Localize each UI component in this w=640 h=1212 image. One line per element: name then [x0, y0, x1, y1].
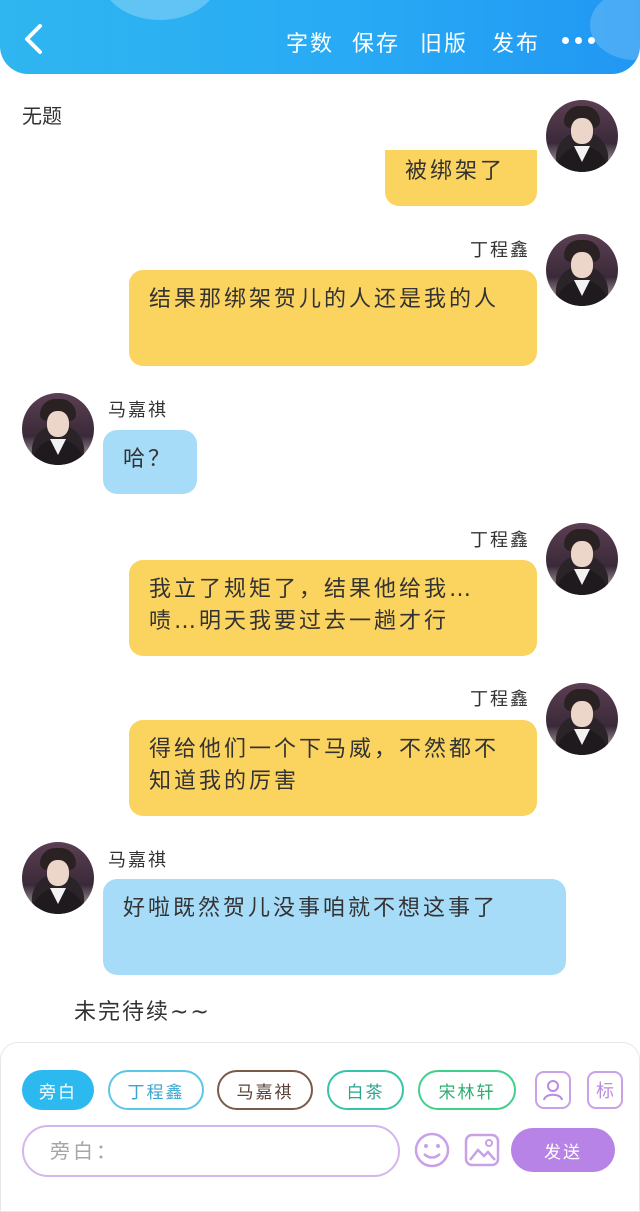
more-options-icon[interactable]	[562, 30, 602, 50]
document-title[interactable]: 无题	[22, 100, 62, 129]
avatar	[546, 234, 618, 306]
back-arrow-icon[interactable]	[18, 22, 50, 56]
role-chip-narration[interactable]: 旁白	[22, 1070, 94, 1110]
top-bar: 字数 保存 旧版 发布	[0, 0, 640, 74]
tag-button[interactable]: 标	[587, 1071, 623, 1109]
publish-button[interactable]: 发布	[492, 26, 540, 58]
message-bubble: 被绑架了	[385, 150, 537, 206]
image-icon[interactable]	[463, 1130, 501, 1170]
send-button[interactable]: 发送	[511, 1128, 615, 1172]
speaker-name: 丁程鑫	[470, 530, 530, 551]
role-chip-baicha[interactable]: 白茶	[327, 1070, 404, 1110]
message-input[interactable]	[22, 1125, 400, 1177]
avatar	[546, 683, 618, 755]
word-count-button[interactable]: 字数	[286, 26, 334, 58]
save-button[interactable]: 保存	[352, 26, 400, 58]
message-bubble: 好啦既然贺儿没事咱就不想这事了	[103, 879, 566, 975]
message-bubble: 得给他们一个下马威，不然都不知道我的厉害	[129, 720, 537, 816]
to-be-continued-text: 未完待续~~	[74, 1000, 211, 1025]
speaker-name: 马嘉祺	[108, 400, 168, 421]
header-decoration	[100, 0, 220, 20]
role-chip-ma[interactable]: 马嘉祺	[217, 1070, 313, 1110]
tag-label: 标	[596, 1081, 614, 1102]
speaker-name: 马嘉祺	[108, 850, 168, 871]
message-bubble: 结果那绑架贺儿的人还是我的人	[129, 270, 537, 366]
avatar	[22, 393, 94, 465]
avatar	[22, 842, 94, 914]
emoji-icon[interactable]	[413, 1130, 451, 1170]
add-character-icon[interactable]	[535, 1071, 571, 1109]
message-bubble: 我立了规矩了，结果他给我…啧…明天我要过去一趟才行	[129, 560, 537, 656]
speaker-name: 丁程鑫	[470, 240, 530, 261]
avatar	[546, 100, 618, 172]
old-version-button[interactable]: 旧版	[420, 26, 468, 58]
speaker-name: 丁程鑫	[470, 689, 530, 710]
message-bubble: 哈？	[103, 430, 197, 494]
avatar	[546, 523, 618, 595]
role-chip-ding[interactable]: 丁程鑫	[108, 1070, 204, 1110]
role-chip-song[interactable]: 宋林轩	[418, 1070, 516, 1110]
